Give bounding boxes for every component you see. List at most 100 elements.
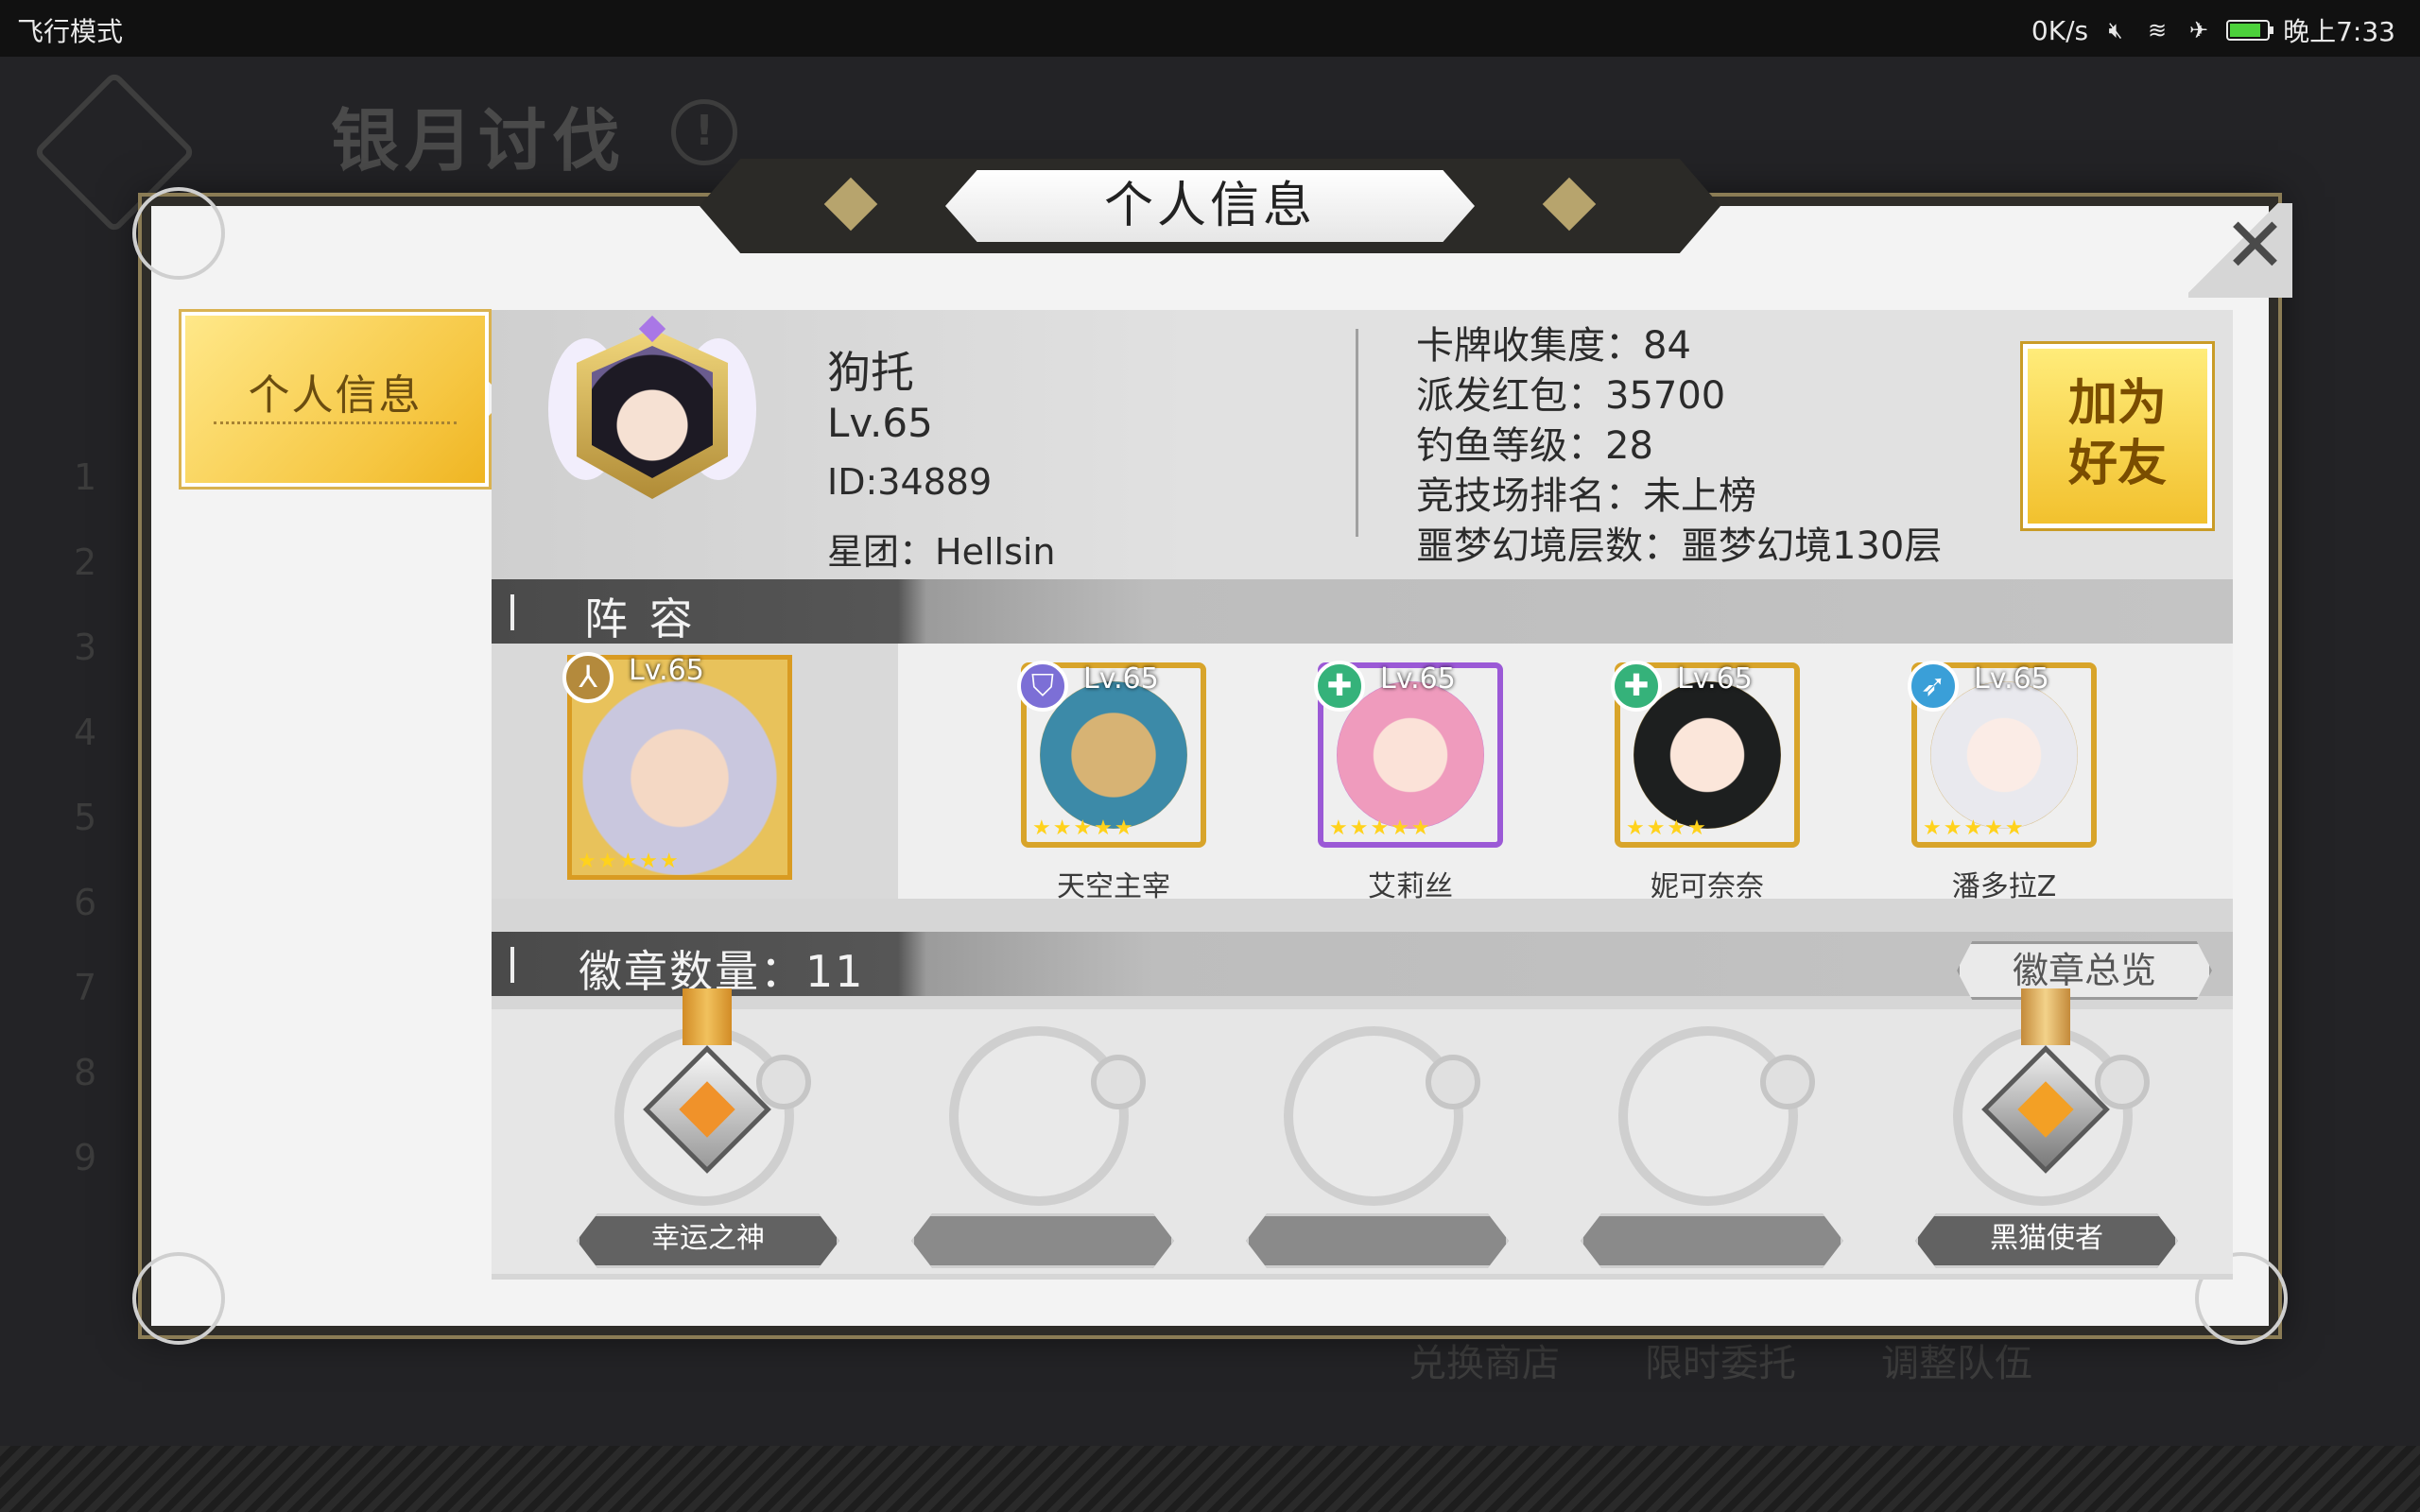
badge-name xyxy=(1581,1213,1843,1268)
profile-header: 狗托 Lv.65 ID:34889 星团：Hellsin 卡牌收集度：84 派发… xyxy=(492,310,2233,579)
hand-icon: ⅄ xyxy=(562,652,614,703)
rank-number: 5 xyxy=(74,797,97,838)
hero-card[interactable]: ⛉ Lv.65 ★★★★★ xyxy=(1017,661,1206,848)
status-bar: 飞行模式 0K/s 🔇︎ ≋ ✈︎ 晚上7:33 xyxy=(0,0,2420,57)
hero-name: 潘多拉Z xyxy=(1951,870,2057,903)
close-button[interactable]: ✕ xyxy=(2188,203,2292,298)
rank-number: 4 xyxy=(74,712,97,753)
add-friend-button[interactable]: 加为 好友 xyxy=(2023,344,2212,528)
corner-ornament xyxy=(132,187,225,280)
divider xyxy=(1356,329,1358,537)
hero-portrait xyxy=(1634,681,1781,829)
avatar[interactable] xyxy=(548,315,756,508)
hero-card[interactable]: ➶ Lv.65 ★★★★★ xyxy=(1908,661,2097,848)
adjust-team-button[interactable]: 调整队伍 xyxy=(1881,1332,2032,1387)
limited-commission-button[interactable]: 限时委托 xyxy=(1645,1332,1796,1387)
badge-name xyxy=(1246,1213,1509,1268)
airplane-mode-label: 飞行模式 xyxy=(17,16,124,47)
lineup-header: 阵 容 xyxy=(492,579,2233,644)
status-icons: 0K/s 🔇︎ ≋ ✈︎ 晚上7:33 xyxy=(2031,11,2395,49)
exchange-shop-button[interactable]: 兑换商店 xyxy=(1409,1332,1560,1387)
badge-ring xyxy=(1284,1026,1463,1206)
lineup-section: ⅄ Lv.65 ★★★★★ ⛉ Lv.65 ★★★★★ 天空主宰 ✚ Lv.65… xyxy=(492,644,2233,903)
badge-section: 幸运之神 黑猫使者 xyxy=(492,988,2233,1274)
badge-name: 幸运之神 xyxy=(577,1213,839,1268)
stat-red-packets: 派发红包：35700 xyxy=(1416,374,1726,418)
badge-slot[interactable] xyxy=(1581,1026,1843,1272)
background-bottom-nav: 兑换商店 限时委托 调整队伍 xyxy=(1409,1332,2032,1387)
hero-level: Lv.65 xyxy=(1083,662,1159,696)
badge-header: 徽章数量：11 徽章总览 xyxy=(492,932,2233,1000)
rank-number: 6 xyxy=(74,882,97,923)
stat-nightmare-floor: 噩梦幻境层数：噩梦幻境130层 xyxy=(1416,524,1943,568)
cross-icon: ✚ xyxy=(1611,661,1662,712)
hero-card[interactable]: ✚ Lv.65 ★★★★ xyxy=(1611,661,1800,848)
tab-divider xyxy=(214,421,457,424)
badge-name xyxy=(911,1213,1174,1268)
lineup-title: 阵 容 xyxy=(584,593,697,644)
ribbon-icon xyxy=(683,988,732,1045)
player-level: Lv.65 xyxy=(827,400,933,446)
rank-number: 9 xyxy=(74,1137,97,1178)
dialog-title: 个人信息 xyxy=(945,170,1475,242)
badge-ring-ornament xyxy=(1426,1055,1480,1109)
add-friend-label-line2: 好友 xyxy=(2067,436,2167,492)
hero-level: Lv.65 xyxy=(1380,662,1456,696)
hero-portrait xyxy=(1337,681,1484,829)
hero-stars: ★★★★★ xyxy=(1923,816,2026,840)
clock: 晚上7:33 xyxy=(2283,16,2395,47)
player-stats: 卡牌收集度：84 派发红包：35700 钓鱼等级：28 竞技场排名：未上榜 噩梦… xyxy=(1416,321,1942,572)
badge-ring-ornament xyxy=(1760,1055,1815,1109)
background-title: 银月讨伐 xyxy=(331,101,627,180)
close-icon: ✕ xyxy=(2222,201,2287,289)
hero-name: 天空主宰 xyxy=(1057,870,1170,903)
hero-card[interactable]: ✚ Lv.65 ★★★★★ xyxy=(1314,661,1503,848)
ribbon-icon xyxy=(2021,988,2070,1045)
hero-stars: ★★★★★ xyxy=(1329,816,1432,840)
tab-label: 个人信息 xyxy=(248,371,423,420)
badge-slot[interactable]: 黑猫使者 xyxy=(1915,988,2178,1272)
badge-slot[interactable] xyxy=(1246,1026,1509,1272)
info-icon[interactable]: ! xyxy=(671,99,737,165)
wifi-icon: ≋ xyxy=(2148,17,2168,43)
leader-card[interactable]: ⅄ Lv.65 ★★★★★ xyxy=(562,652,792,880)
leader-level: Lv.65 xyxy=(629,654,704,687)
badge-ring-ornament xyxy=(2095,1055,2150,1109)
stat-card-collection: 卡牌收集度：84 xyxy=(1416,324,1691,368)
badge-slot[interactable]: 幸运之神 xyxy=(577,988,839,1272)
stat-arena-rank: 竞技场排名：未上榜 xyxy=(1416,474,1756,518)
hero-portrait xyxy=(1930,681,2078,829)
badge-name: 黑猫使者 xyxy=(1915,1213,2178,1268)
rank-number: 8 xyxy=(74,1052,97,1093)
header-bar xyxy=(510,947,514,983)
hero-stars: ★★★★ xyxy=(1626,816,1708,840)
profile-panel: 狗托 Lv.65 ID:34889 星团：Hellsin 卡牌收集度：84 派发… xyxy=(492,310,2233,1280)
badge-overview-button[interactable]: 徽章总览 xyxy=(1957,941,2212,1000)
bow-icon: ➶ xyxy=(1908,661,1959,712)
badge-slot[interactable] xyxy=(911,1026,1174,1272)
rank-number: 2 xyxy=(74,541,97,583)
badge-ring-ornament xyxy=(756,1055,811,1109)
rank-list: 1 2 3 4 5 6 7 8 9 xyxy=(47,435,104,1200)
tab-personal-info[interactable]: 个人信息 xyxy=(182,312,506,487)
player-id: ID:34889 xyxy=(827,461,993,503)
player-guild: 星团：Hellsin xyxy=(827,531,1056,573)
bottom-decor-bar xyxy=(0,1446,2420,1512)
header-bar xyxy=(510,594,514,630)
cross-icon: ✚ xyxy=(1314,661,1365,712)
network-speed: 0K/s xyxy=(2031,14,2089,46)
badge-ring xyxy=(1618,1026,1798,1206)
rank-number: 7 xyxy=(74,967,97,1008)
shield-icon: ⛉ xyxy=(1017,661,1068,712)
hero-name: 艾莉丝 xyxy=(1368,870,1453,903)
leader-stars: ★★★★★ xyxy=(578,850,681,873)
badge-ring xyxy=(949,1026,1129,1206)
mute-icon: 🔇︎ xyxy=(2108,17,2123,43)
badge-ring-ornament xyxy=(1091,1055,1146,1109)
hero-level: Lv.65 xyxy=(1677,662,1753,696)
corner-ornament xyxy=(132,1252,225,1345)
hero-portrait xyxy=(1040,681,1187,829)
hero-level: Lv.65 xyxy=(1974,662,2049,696)
rank-number: 3 xyxy=(74,627,97,668)
stat-fishing-level: 钓鱼等级：28 xyxy=(1416,424,1653,468)
